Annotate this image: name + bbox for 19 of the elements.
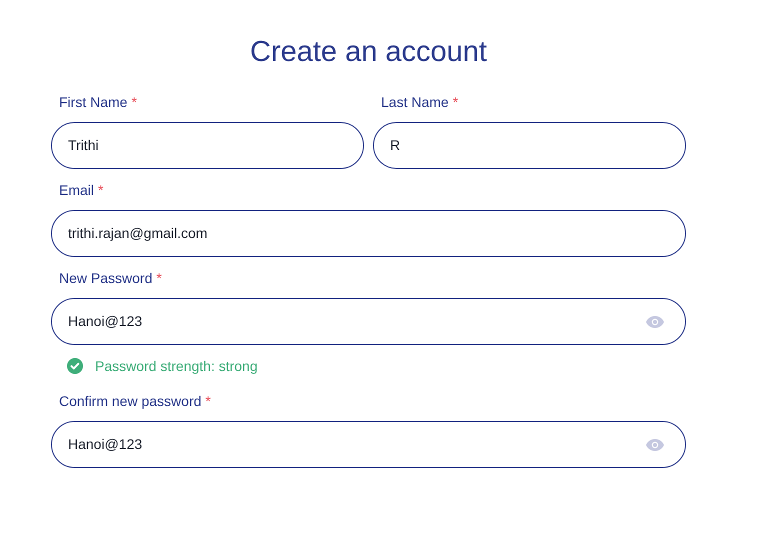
required-mark: * (98, 181, 104, 200)
password-field[interactable]: Hanoi@123 (51, 421, 686, 468)
page-title: Create an account (249, 35, 488, 70)
required-mark: * (156, 269, 162, 288)
field-label: New Password (59, 269, 152, 288)
field-label: First Name (59, 93, 128, 112)
field-label: Email (59, 181, 94, 200)
eye-icon[interactable] (646, 438, 664, 450)
required-mark: * (131, 93, 137, 112)
eye-icon[interactable] (646, 316, 664, 328)
field-label: Last Name (381, 93, 449, 112)
password-strength-message: Password strength: strong (95, 356, 258, 376)
input-field[interactable]: Trithi (51, 122, 364, 169)
password-field[interactable]: Hanoi@123 (51, 298, 686, 345)
input-field[interactable]: R (373, 122, 686, 169)
required-mark: * (205, 392, 211, 411)
input-field[interactable]: trithi.rajan@gmail.com (51, 210, 686, 257)
required-mark: * (452, 93, 458, 112)
field-label: Confirm new password (59, 392, 202, 411)
